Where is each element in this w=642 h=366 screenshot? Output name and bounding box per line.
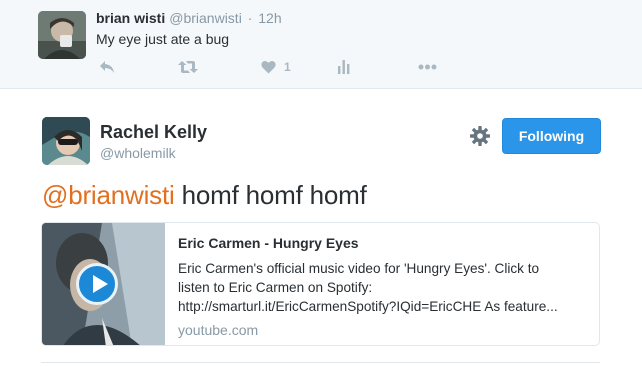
card-description-line: Eric Carmen's official music video for '…: [178, 261, 540, 276]
tweet-text: My eye just ate a bug: [96, 31, 230, 47]
author-handle[interactable]: @brianwisti: [169, 10, 242, 26]
gear-button[interactable]: [469, 125, 491, 147]
gear-icon: [470, 126, 490, 146]
previous-tweet[interactable]: brian wisti @brianwisti · 12h My eye just…: [0, 0, 642, 89]
play-icon[interactable]: [76, 263, 118, 305]
tweet-text: @brianwisti homf homf homf: [42, 180, 367, 211]
divider: [41, 362, 600, 363]
reply-icon: [100, 61, 114, 73]
analytics-button[interactable]: [338, 58, 350, 76]
analytics-icon: [338, 60, 350, 74]
separator: ·: [247, 10, 253, 26]
card-description-line: listen to Eric Carmen on Spotify:: [178, 280, 373, 295]
reply-button[interactable]: [99, 58, 115, 76]
card-info: Eric Carmen - Hungry Eyes Eric Carmen's …: [178, 235, 588, 338]
card-title[interactable]: Eric Carmen - Hungry Eyes: [178, 235, 588, 251]
retweet-icon: [178, 61, 198, 73]
link-card[interactable]: Eric Carmen - Hungry Eyes Eric Carmen's …: [41, 222, 600, 346]
tweet-body: homf homf homf: [174, 180, 367, 210]
avatar[interactable]: [42, 117, 90, 165]
tweet-header: brian wisti @brianwisti · 12h: [96, 10, 282, 26]
avatar-photo: [42, 117, 90, 165]
more-icon: [418, 64, 437, 70]
like-count: 1: [284, 60, 291, 74]
card-description-line: http://smarturl.it/EricCarmenSpotify?IQi…: [178, 299, 558, 314]
like-button[interactable]: 1: [261, 58, 291, 76]
author-handle[interactable]: @wholemilk: [100, 145, 176, 161]
card-description: Eric Carmen's official music video for '…: [178, 259, 588, 316]
timestamp[interactable]: 12h: [258, 10, 281, 26]
tweet-actions: 1: [0, 58, 642, 76]
video-thumbnail[interactable]: [42, 223, 165, 345]
author-name[interactable]: brian wisti: [96, 10, 165, 26]
heart-icon: [261, 60, 276, 74]
avatar[interactable]: [38, 11, 86, 59]
avatar-photo: [38, 11, 86, 59]
more-button[interactable]: [418, 58, 437, 76]
author-name[interactable]: Rachel Kelly: [100, 122, 207, 143]
following-button[interactable]: Following: [502, 118, 601, 154]
retweet-button[interactable]: [178, 58, 198, 76]
mention-link[interactable]: @brianwisti: [42, 180, 175, 210]
card-domain: youtube.com: [178, 322, 259, 338]
